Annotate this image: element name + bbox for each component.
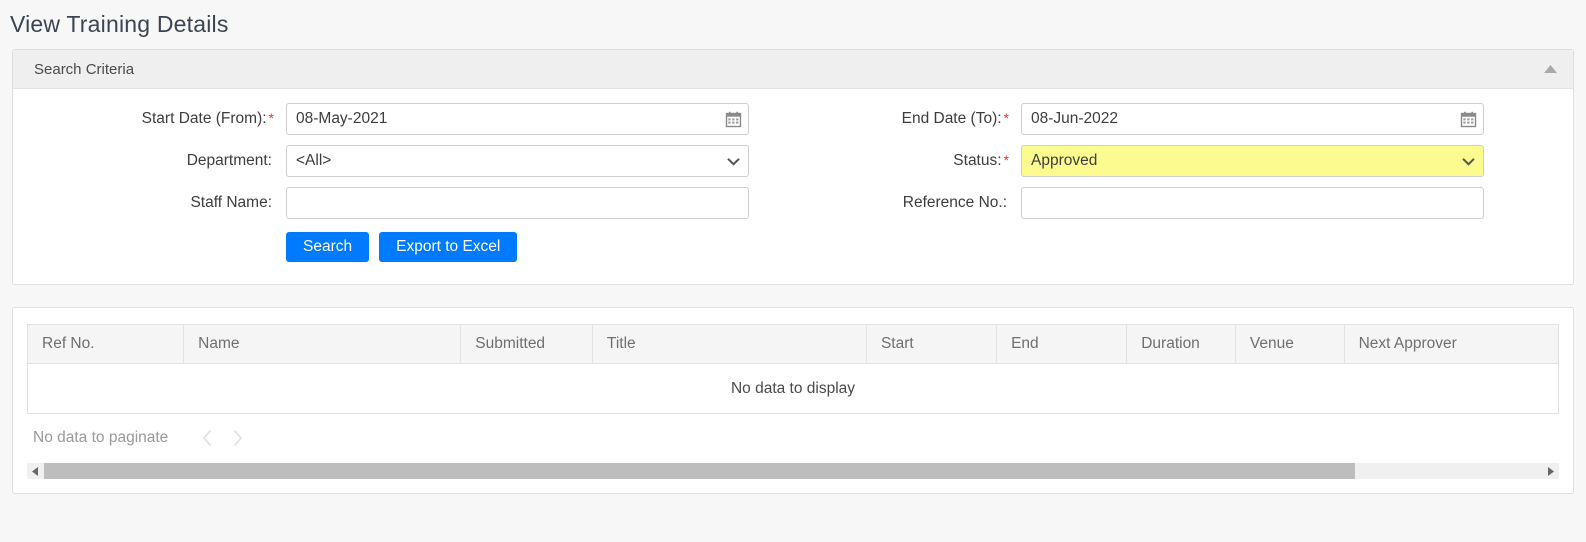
reference-no-input[interactable] — [1021, 187, 1484, 219]
column-header-ref-no[interactable]: Ref No. — [26, 324, 185, 364]
chevron-down-icon[interactable] — [717, 145, 749, 177]
triangle-up-icon[interactable] — [1541, 60, 1559, 78]
department-label-text: Department: — [186, 152, 272, 169]
start-date-control — [286, 103, 749, 135]
end-date-required-asterisk: * — [1003, 110, 1009, 126]
reference-no-label: Reference No.: — [749, 194, 1021, 212]
search-form-grid: Start Date (From): * 08-May-2021 End Dat… — [13, 103, 1573, 219]
staff-name-label: Staff Name: — [13, 194, 286, 212]
search-criteria-panel: Search Criteria Start Date (From): * 08-… — [12, 49, 1574, 285]
staff-name-control — [286, 187, 749, 219]
reference-no-label-text: Reference No.: — [902, 194, 1007, 211]
chevron-down-icon[interactable] — [1452, 145, 1484, 177]
department-control — [286, 145, 749, 177]
staff-name-label-text: Staff Name: — [190, 194, 272, 211]
search-criteria-header[interactable]: Search Criteria — [13, 50, 1573, 89]
reference-no-control — [1021, 187, 1484, 219]
status-control — [1021, 145, 1484, 177]
end-date-control — [1021, 103, 1484, 135]
search-button[interactable]: Search — [286, 232, 370, 262]
start-date-label-text: Start Date (From): — [141, 110, 267, 127]
training-details-table: Ref No. Name Submitted Title Start End D… — [26, 324, 1560, 414]
chevron-right-icon[interactable] — [224, 425, 250, 451]
column-header-end[interactable]: End — [996, 324, 1128, 364]
calendar-icon[interactable] — [1452, 103, 1484, 135]
status-required-asterisk: * — [1003, 152, 1009, 168]
department-select[interactable] — [286, 145, 749, 177]
column-header-name[interactable]: Name — [183, 324, 462, 364]
department-label: Department: — [13, 152, 286, 170]
column-header-submitted[interactable]: Submitted — [460, 324, 593, 364]
status-label-text: Status: — [953, 152, 1002, 169]
status-select[interactable] — [1021, 145, 1484, 177]
scrollbar-thumb[interactable] — [44, 463, 1355, 479]
search-criteria-body: Start Date (From): * 08-May-2021 End Dat… — [13, 89, 1573, 284]
chevron-left-icon[interactable] — [194, 425, 220, 451]
triangle-right-icon[interactable] — [1542, 463, 1559, 479]
end-date-label: End Date (To): * — [749, 110, 1021, 128]
start-date-label: Start Date (From): * — [13, 110, 286, 128]
pagination-status-text: No data to paginate — [33, 429, 169, 446]
column-header-duration[interactable]: Duration — [1126, 324, 1236, 364]
results-table-container: Ref No. Name Submitted Title Start End D… — [13, 308, 1573, 414]
table-body: No data to display — [27, 363, 1559, 414]
scrollbar-track[interactable] — [44, 463, 1542, 479]
end-date-label-text: End Date (To): — [901, 110, 1002, 127]
status-label: Status: * — [749, 152, 1021, 170]
column-header-venue[interactable]: Venue — [1234, 324, 1345, 364]
no-data-message: No data to display — [27, 363, 1559, 414]
column-header-start[interactable]: Start — [865, 324, 998, 364]
pagination-bar: No data to paginate — [13, 414, 1573, 462]
table-header-row: Ref No. Name Submitted Title Start End D… — [26, 324, 1560, 364]
triangle-left-icon[interactable] — [27, 463, 44, 479]
results-panel: Ref No. Name Submitted Title Start End D… — [12, 307, 1574, 494]
table-empty-row: No data to display — [27, 363, 1559, 414]
search-criteria-title: Search Criteria — [34, 60, 135, 78]
horizontal-scrollbar[interactable] — [27, 462, 1559, 479]
staff-name-input[interactable] — [286, 187, 749, 219]
start-date-required-asterisk: * — [268, 110, 274, 126]
page-title: View Training Details — [10, 11, 229, 37]
search-action-buttons: Search Export to Excel — [13, 232, 1573, 262]
end-date-input[interactable] — [1021, 103, 1484, 135]
start-date-input[interactable] — [286, 103, 749, 135]
column-header-next-approver[interactable]: Next Approver — [1343, 324, 1560, 364]
calendar-icon[interactable] — [717, 103, 749, 135]
table-header: Ref No. Name Submitted Title Start End D… — [26, 324, 1560, 364]
column-header-title[interactable]: Title — [591, 324, 867, 364]
export-to-excel-button[interactable]: Export to Excel — [379, 232, 518, 262]
